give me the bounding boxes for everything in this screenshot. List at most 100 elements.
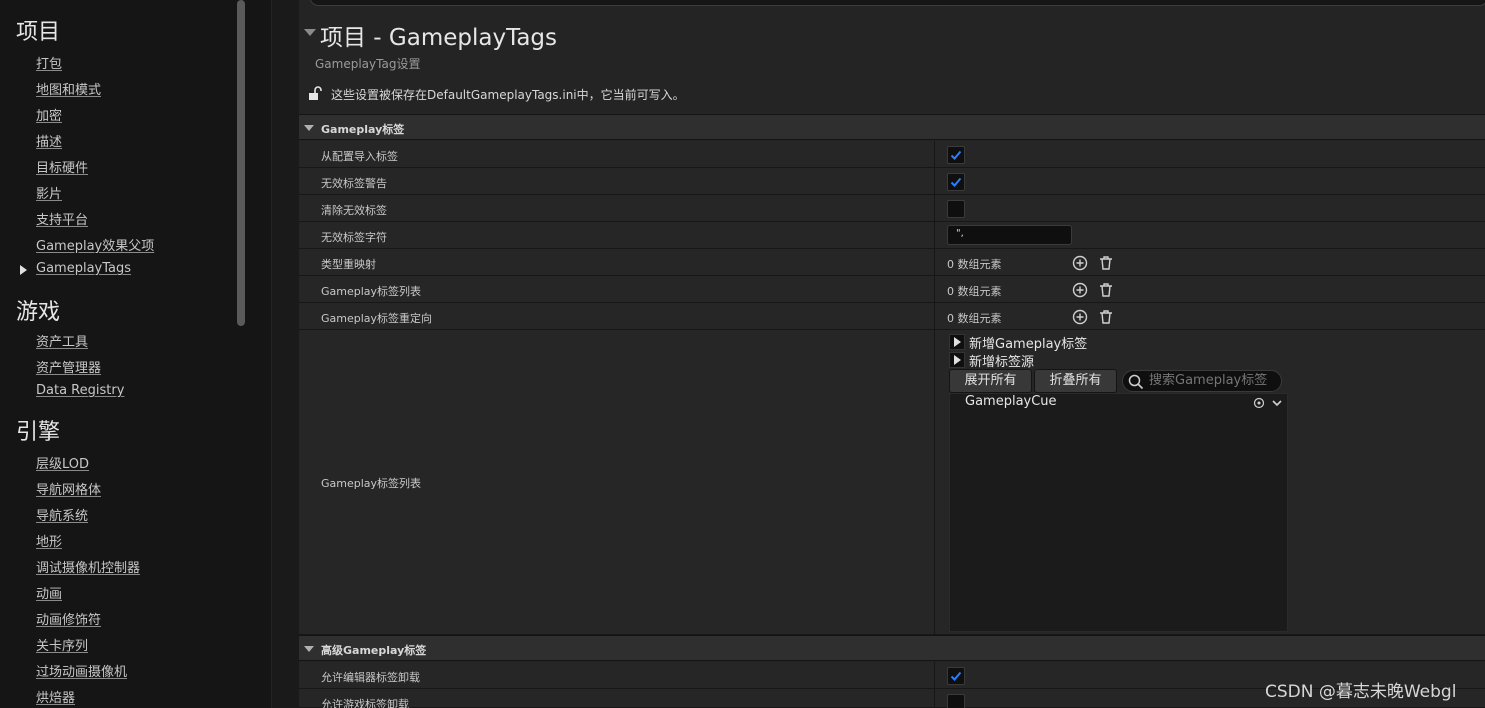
add-element-icon[interactable] bbox=[1072, 309, 1088, 325]
tag-item-label[interactable]: GameplayCue bbox=[965, 394, 1057, 409]
section-title-project: 项目 bbox=[16, 20, 61, 45]
array-count: 0 数组元素 bbox=[947, 258, 1002, 271]
sidebar-item-data-registry[interactable]: Data Registry bbox=[36, 383, 124, 398]
expand-add-tag-icon[interactable] bbox=[949, 334, 965, 350]
sidebar-item-target-hardware[interactable]: 目标硬件 bbox=[36, 157, 88, 176]
settings-search-input[interactable] bbox=[309, 0, 1485, 6]
prop-label: 清除无效标签 bbox=[321, 204, 387, 217]
sidebar-item-gameplay-effect-parents[interactable]: Gameplay效果父项 bbox=[36, 235, 154, 254]
page-title: 项目 - GameplayTags bbox=[320, 25, 558, 51]
sidebar-item-debug-camera[interactable]: 调试摄像机控制器 bbox=[36, 557, 140, 576]
invalid-characters-input[interactable]: ", bbox=[947, 225, 1072, 245]
checkmark-icon bbox=[950, 671, 962, 681]
sidebar-item-navmesh[interactable]: 导航网格体 bbox=[36, 479, 101, 498]
add-new-tag-label[interactable]: 新增Gameplay标签 bbox=[969, 333, 1087, 352]
prop-category-remapping: 类型重映射 0 数组元素 bbox=[299, 249, 1485, 276]
prop-label: Gameplay标签列表 bbox=[321, 477, 422, 490]
prop-label: Gameplay标签列表 bbox=[321, 285, 422, 298]
selected-arrow-icon bbox=[20, 265, 27, 275]
column-divider bbox=[934, 689, 935, 707]
page-subtitle: GameplayTag设置 bbox=[315, 57, 421, 71]
add-element-icon[interactable] bbox=[1072, 255, 1088, 271]
category-collapse-icon bbox=[304, 125, 314, 131]
checkmark-icon bbox=[950, 150, 962, 160]
sidebar-item-level-sequence[interactable]: 关卡序列 bbox=[36, 635, 88, 654]
prop-warn-invalid-tags: 无效标签警告 bbox=[299, 168, 1485, 195]
category-collapse-icon bbox=[304, 646, 314, 652]
delete-all-icon[interactable] bbox=[1098, 282, 1114, 298]
prop-label: 类型重映射 bbox=[321, 258, 376, 271]
clear-invalid-tags-checkbox[interactable] bbox=[947, 200, 965, 218]
sidebar-item-maps-modes[interactable]: 地图和模式 bbox=[36, 79, 101, 98]
section-title-engine: 引擎 bbox=[16, 420, 61, 445]
chevron-down-icon[interactable] bbox=[1271, 397, 1283, 409]
column-divider bbox=[934, 249, 935, 275]
column-divider bbox=[934, 662, 935, 688]
sidebar-item-asset-tools[interactable]: 资产工具 bbox=[36, 331, 88, 350]
search-icon bbox=[1128, 374, 1144, 390]
prop-invalid-tag-characters: 无效标签字符 ", bbox=[299, 222, 1485, 249]
add-element-icon[interactable] bbox=[1072, 282, 1088, 298]
category-label: Gameplay标签 bbox=[321, 123, 405, 136]
column-divider bbox=[934, 330, 935, 634]
prop-label: 允许编辑器标签卸载 bbox=[321, 671, 420, 684]
prop-label: 允许游戏标签卸载 bbox=[321, 698, 409, 708]
column-divider bbox=[934, 168, 935, 194]
prop-label: 无效标签警告 bbox=[321, 177, 387, 190]
warn-invalid-tags-checkbox[interactable] bbox=[947, 173, 965, 191]
sidebar-item-supported-platforms[interactable]: 支持平台 bbox=[36, 209, 88, 228]
category-label: 高级Gameplay标签 bbox=[321, 644, 427, 657]
prop-label: 从配置导入标签 bbox=[321, 150, 398, 163]
sidebar-item-hlod[interactable]: 层级LOD bbox=[36, 453, 89, 472]
array-count: 0 数组元素 bbox=[947, 285, 1002, 298]
sidebar-item-animation[interactable]: 动画 bbox=[36, 583, 62, 602]
sidebar-item-landscape[interactable]: 地形 bbox=[36, 531, 62, 550]
sidebar-item-description[interactable]: 描述 bbox=[36, 131, 62, 150]
delete-all-icon[interactable] bbox=[1098, 309, 1114, 325]
collapse-all-button[interactable]: 折叠所有 bbox=[1034, 369, 1117, 393]
sidebar-item-cooker[interactable]: 烘焙器 bbox=[36, 687, 75, 706]
tag-search-box[interactable] bbox=[1122, 370, 1282, 392]
prop-import-from-config: 从配置导入标签 bbox=[299, 141, 1485, 168]
sidebar-item-gameplaytags[interactable]: GameplayTags bbox=[36, 261, 131, 276]
column-divider bbox=[934, 141, 935, 167]
sidebar-item-encryption[interactable]: 加密 bbox=[36, 105, 62, 124]
sidebar-scrollbar[interactable] bbox=[237, 0, 245, 326]
tag-search-input[interactable] bbox=[1149, 373, 1279, 388]
allow-editor-unload-checkbox[interactable] bbox=[947, 667, 965, 685]
add-new-source-label[interactable]: 新增标签源 bbox=[969, 351, 1034, 370]
prop-label: Gameplay标签重定向 bbox=[321, 312, 433, 325]
settings-main-panel: 项目 - GameplayTags GameplayTag设置 这些设置被保存在… bbox=[299, 0, 1485, 708]
column-divider bbox=[934, 303, 935, 329]
watermark: CSDN @暮志未晚Webgl bbox=[1265, 682, 1457, 702]
prop-clear-invalid-tags: 清除无效标签 bbox=[299, 195, 1485, 222]
column-divider bbox=[934, 222, 935, 248]
category-gameplay-tags[interactable]: Gameplay标签 bbox=[299, 114, 1485, 140]
config-file-note: 这些设置被保存在DefaultGameplayTags.ini中，它当前可写入。 bbox=[331, 88, 685, 102]
unlock-icon bbox=[309, 86, 322, 100]
delete-all-icon[interactable] bbox=[1098, 255, 1114, 271]
section-title-game: 游戏 bbox=[16, 300, 61, 325]
prop-gameplay-tag-redirects: Gameplay标签重定向 0 数组元素 bbox=[299, 303, 1485, 330]
collapse-title-icon[interactable] bbox=[304, 29, 316, 36]
settings-sidebar: 项目 打包 地图和模式 加密 描述 目标硬件 影片 支持平台 Gameplay效… bbox=[0, 0, 272, 708]
column-divider bbox=[934, 276, 935, 302]
import-from-config-checkbox[interactable] bbox=[947, 146, 965, 164]
column-divider bbox=[934, 195, 935, 221]
sidebar-item-packaging[interactable]: 打包 bbox=[36, 53, 62, 72]
prop-label: 无效标签字符 bbox=[321, 231, 387, 244]
prop-gameplay-tag-list-editor: Gameplay标签列表 bbox=[299, 330, 1485, 635]
sidebar-item-cine-camera[interactable]: 过场动画摄像机 bbox=[36, 661, 127, 680]
category-advanced-gameplay-tags[interactable]: 高级Gameplay标签 bbox=[299, 635, 1485, 661]
expand-add-source-icon[interactable] bbox=[949, 352, 965, 368]
expand-all-button[interactable]: 展开所有 bbox=[949, 369, 1032, 393]
checkmark-icon bbox=[950, 177, 962, 187]
sidebar-item-movies[interactable]: 影片 bbox=[36, 183, 62, 202]
sidebar-item-asset-manager[interactable]: 资产管理器 bbox=[36, 357, 101, 376]
add-subtag-icon[interactable] bbox=[1253, 397, 1265, 409]
allow-game-unload-checkbox[interactable] bbox=[947, 694, 965, 708]
prop-gameplay-tag-list: Gameplay标签列表 0 数组元素 bbox=[299, 276, 1485, 303]
sidebar-item-animation-modifiers[interactable]: 动画修饰符 bbox=[36, 609, 101, 628]
array-count: 0 数组元素 bbox=[947, 312, 1002, 325]
sidebar-item-navigation-system[interactable]: 导航系统 bbox=[36, 505, 88, 524]
